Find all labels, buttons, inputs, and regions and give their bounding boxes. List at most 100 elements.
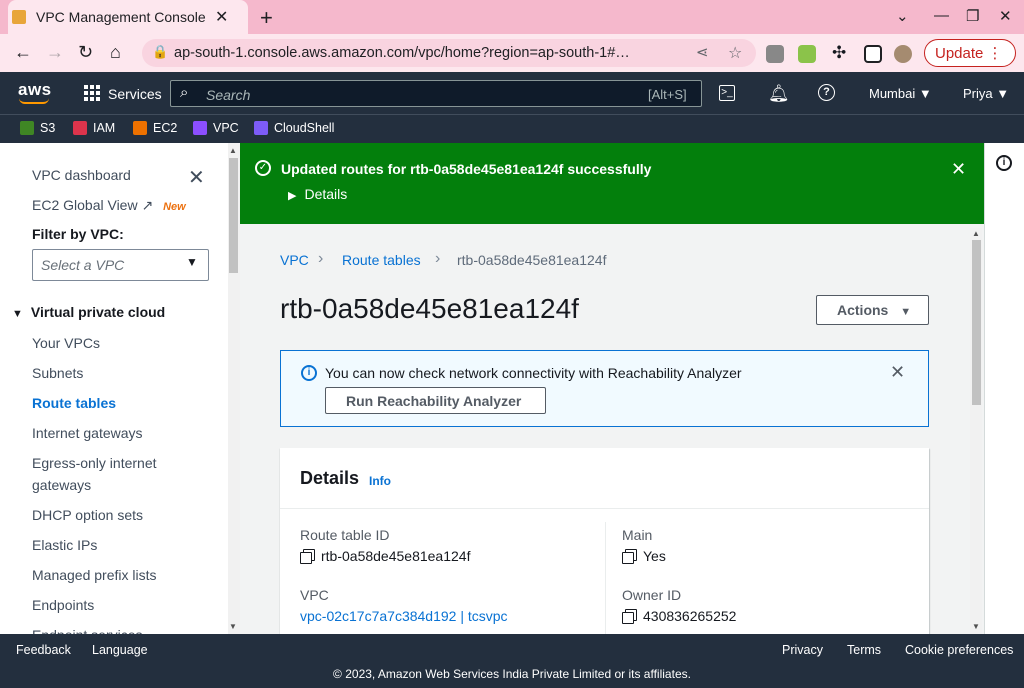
- copy-icon[interactable]: [622, 549, 637, 564]
- favorite-label: IAM: [93, 121, 116, 135]
- services-menu[interactable]: Services: [108, 86, 162, 102]
- breadcrumb-vpc[interactable]: VPC: [280, 252, 309, 268]
- sidebar-item-internet-gateways[interactable]: Internet gateways: [32, 425, 143, 441]
- home-icon[interactable]: ⌂: [110, 42, 121, 63]
- share-icon[interactable]: ⋖: [696, 43, 709, 61]
- vpc-icon: [193, 121, 207, 135]
- favorite-s3[interactable]: S3: [20, 121, 55, 135]
- flash-close-icon[interactable]: ✕: [951, 159, 966, 180]
- sidebar-item-egress-only-gateways-cont[interactable]: gateways: [32, 477, 91, 493]
- success-check-icon: ✓: [255, 160, 271, 176]
- alert-text: You can now check network connectivity w…: [325, 365, 742, 381]
- main-scrollbar-thumb[interactable]: [972, 240, 981, 405]
- site-info-icon[interactable]: 🔒: [152, 44, 168, 60]
- url-text[interactable]: ap-south-1.console.aws.amazon.com/vpc/ho…: [174, 45, 630, 61]
- cookie-preferences-link[interactable]: Cookie preferences: [905, 643, 1013, 657]
- language-link[interactable]: Language: [92, 643, 148, 657]
- sidebar-item-ec2-global-view[interactable]: EC2 Global View ↗ New: [32, 197, 186, 214]
- back-icon[interactable]: ←: [14, 42, 32, 63]
- favorite-vpc[interactable]: VPC: [193, 121, 239, 135]
- scroll-up-icon[interactable]: ▲: [229, 146, 237, 155]
- window-close-icon[interactable]: ✕: [999, 7, 1012, 25]
- alert-close-icon[interactable]: ✕: [890, 362, 905, 383]
- extensions-puzzle-icon[interactable]: ✣: [832, 43, 846, 63]
- aws-logo[interactable]: aws: [18, 80, 52, 100]
- sidebar-item-egress-only-gateways[interactable]: Egress-only internet: [32, 455, 157, 471]
- breadcrumb-current: rtb-0a58de45e81ea124f: [457, 252, 607, 268]
- sidepanel-icon[interactable]: [864, 45, 882, 63]
- scroll-down-icon[interactable]: ▼: [229, 622, 237, 631]
- owner-id-label: Owner ID: [622, 587, 682, 603]
- card-divider: [280, 508, 929, 509]
- favorite-cloudshell[interactable]: CloudShell: [254, 121, 334, 135]
- owner-id-value: 430836265252: [622, 608, 736, 624]
- extension-icon[interactable]: [766, 45, 784, 63]
- update-label: Update: [935, 45, 984, 62]
- terms-link[interactable]: Terms: [847, 643, 881, 657]
- tab-search-icon[interactable]: ⌄: [896, 7, 909, 25]
- services-grid-icon[interactable]: [84, 85, 100, 101]
- account-menu[interactable]: Priya ▼: [963, 86, 1009, 101]
- help-icon[interactable]: ?: [818, 84, 835, 101]
- copy-icon[interactable]: [300, 549, 315, 564]
- details-info-link[interactable]: Info: [369, 474, 391, 488]
- bookmark-star-icon[interactable]: ☆: [728, 43, 742, 63]
- actions-button[interactable]: Actions ▼: [816, 295, 929, 325]
- route-table-id-text: rtb-0a58de45e81ea124f: [321, 548, 471, 564]
- forward-icon[interactable]: →: [46, 42, 64, 63]
- run-reachability-analyzer-button[interactable]: Run Reachability Analyzer: [325, 387, 546, 414]
- vpc-link[interactable]: vpc-02c17c7a7c384d192 | tcsvpc: [300, 608, 508, 624]
- update-button[interactable]: Update ⋮: [924, 39, 1016, 67]
- sidebar-scrollbar-thumb[interactable]: [229, 158, 238, 273]
- cloudshell-icon: [254, 121, 268, 135]
- extension-icon[interactable]: [798, 45, 816, 63]
- favorite-label: CloudShell: [274, 121, 335, 135]
- tools-rail: [984, 143, 1024, 634]
- info-panel-icon[interactable]: i: [996, 155, 1012, 171]
- sidebar-item-endpoints[interactable]: Endpoints: [32, 597, 94, 613]
- route-table-id-value: rtb-0a58de45e81ea124f: [300, 548, 470, 564]
- feedback-link[interactable]: Feedback: [16, 643, 71, 657]
- tab-favicon-icon: [12, 10, 26, 24]
- new-tab-icon[interactable]: +: [260, 5, 273, 31]
- scroll-up-icon[interactable]: ▲: [972, 229, 980, 238]
- section-virtual-private-cloud[interactable]: ▼ Virtual private cloud: [12, 304, 165, 320]
- sidebar-item-dashboard[interactable]: VPC dashboard: [32, 167, 131, 183]
- sidebar-item-managed-prefix-lists[interactable]: Managed prefix lists: [32, 567, 157, 583]
- sidebar-item-endpoint-services[interactable]: Endpoint services: [32, 627, 143, 634]
- flash-details-toggle[interactable]: ▶ Details: [288, 186, 347, 202]
- sidebar-item-subnets[interactable]: Subnets: [32, 365, 83, 381]
- s3-icon: [20, 121, 34, 135]
- favorite-ec2[interactable]: EC2: [133, 121, 177, 135]
- column-divider: [605, 522, 606, 634]
- sidebar-item-route-tables[interactable]: Route tables: [32, 395, 116, 411]
- close-sidebar-icon[interactable]: ✕: [188, 165, 205, 190]
- minimize-icon[interactable]: —: [934, 7, 949, 24]
- privacy-link[interactable]: Privacy: [782, 643, 823, 657]
- main-value: Yes: [622, 548, 666, 564]
- flash-details-label: Details: [304, 186, 348, 202]
- profile-avatar[interactable]: [894, 45, 912, 63]
- sidebar-item-your-vpcs[interactable]: Your VPCs: [32, 335, 100, 351]
- scroll-down-icon[interactable]: ▼: [972, 622, 980, 631]
- sidebar-item-dhcp-option-sets[interactable]: DHCP option sets: [32, 507, 143, 523]
- copy-icon[interactable]: [622, 609, 637, 624]
- caret-down-icon: ▼: [900, 306, 912, 318]
- caret-down-icon: ▼: [12, 308, 23, 320]
- sidebar-item-elastic-ips[interactable]: Elastic IPs: [32, 537, 97, 553]
- favorite-label: S3: [40, 121, 56, 135]
- flash-message: Updated routes for rtb-0a58de45e81ea124f…: [281, 161, 652, 177]
- caret-down-icon: ▼: [186, 255, 198, 269]
- more-icon: ⋮: [987, 45, 1003, 62]
- favorite-iam[interactable]: IAM: [73, 121, 115, 135]
- breadcrumb-route-tables[interactable]: Route tables: [342, 252, 421, 268]
- filter-by-vpc-label: Filter by VPC:: [32, 226, 124, 242]
- cloudshell-icon[interactable]: >_: [719, 85, 735, 101]
- tab-close-icon[interactable]: ✕: [215, 7, 228, 27]
- region-selector[interactable]: Mumbai ▼: [869, 86, 932, 101]
- reload-icon[interactable]: ↻: [78, 42, 93, 63]
- notifications-bell-icon[interactable]: 🔔︎: [768, 84, 790, 104]
- search-placeholder: Search: [206, 87, 251, 103]
- ec2-icon: [133, 121, 147, 135]
- restore-icon[interactable]: ❐: [966, 7, 979, 25]
